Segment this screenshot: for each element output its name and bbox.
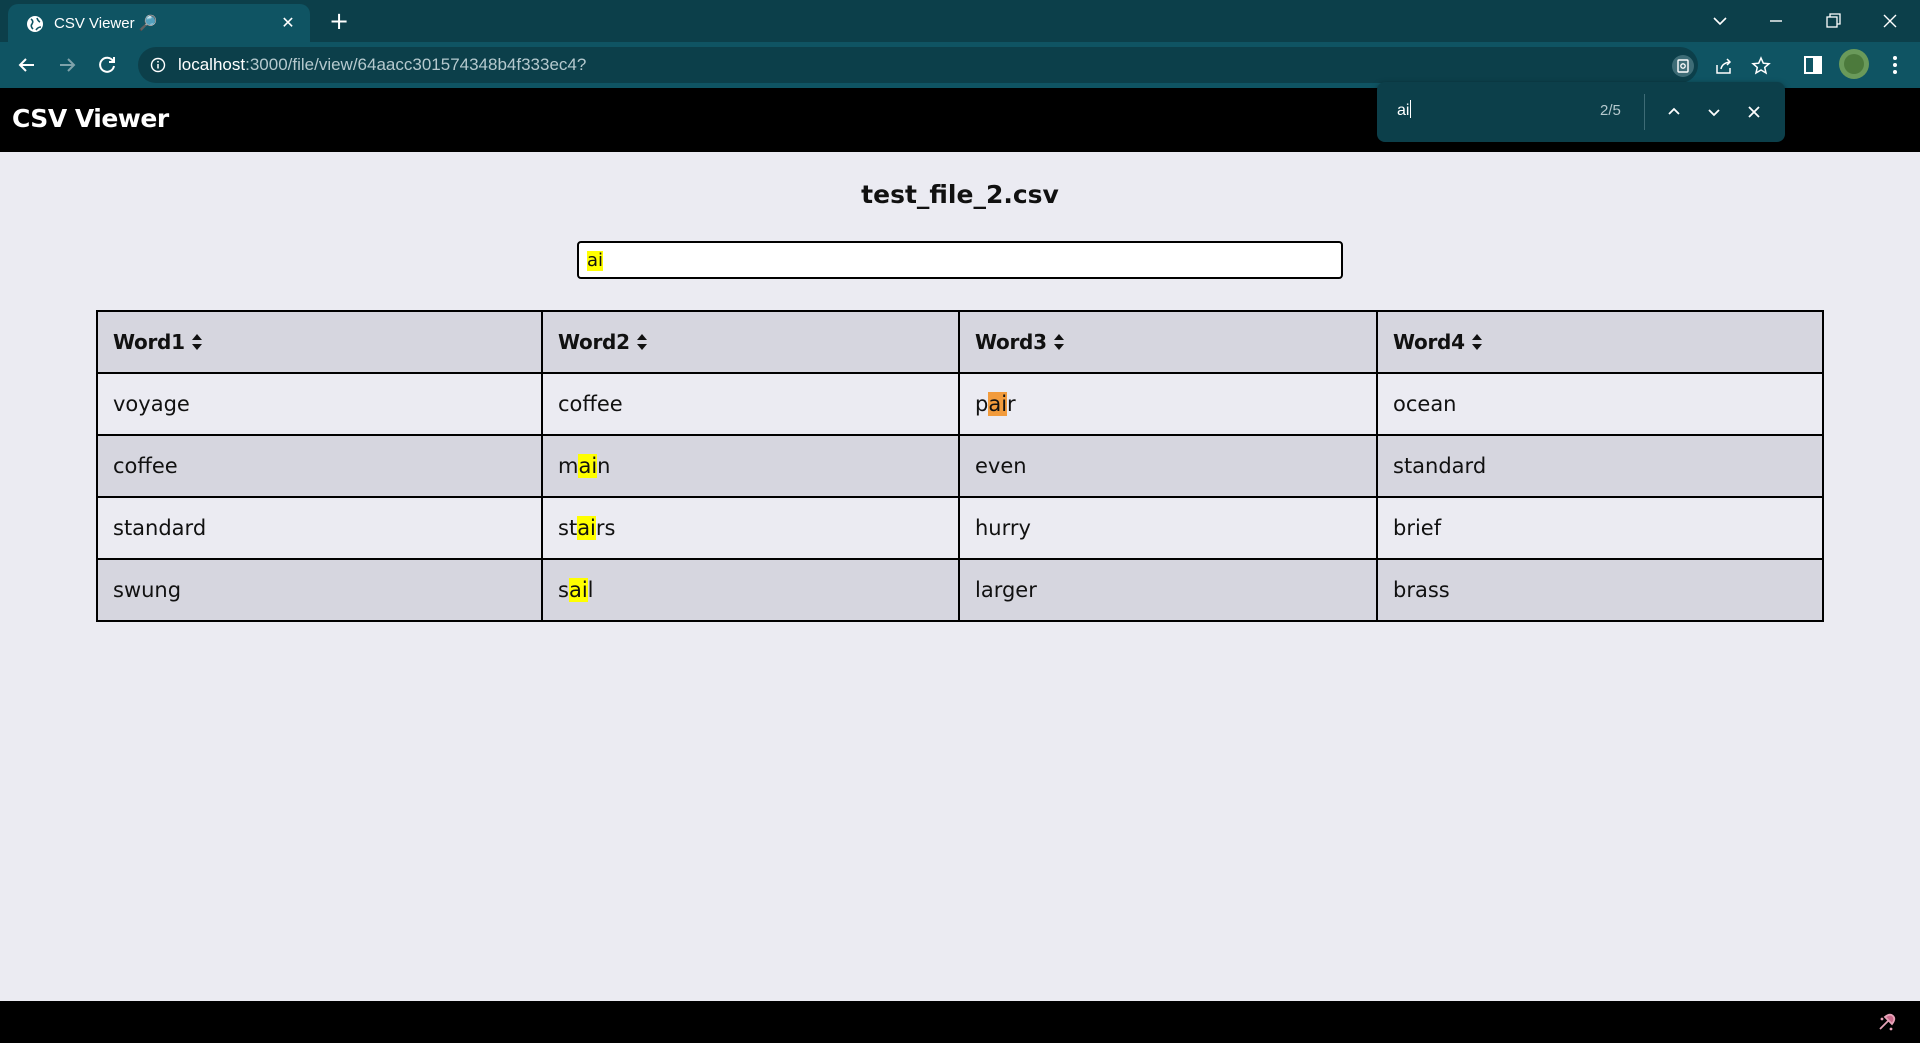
find-bar: ai 2/5	[1377, 82, 1785, 142]
chevron-down-icon[interactable]	[1705, 6, 1735, 36]
restore-icon[interactable]	[1818, 6, 1848, 36]
sort-icon[interactable]	[636, 333, 648, 351]
reload-icon[interactable]	[92, 50, 122, 80]
table-cell: coffee	[96, 434, 543, 498]
column-header-label: Word4	[1393, 330, 1465, 354]
table-row: coffee main even standard	[96, 434, 1824, 498]
table-cell: larger	[958, 558, 1378, 622]
more-vertical-icon[interactable]	[1883, 53, 1907, 77]
search-match-highlight: ai	[577, 516, 596, 540]
table-cell: even	[958, 434, 1378, 498]
share-icon[interactable]	[1713, 55, 1735, 77]
url-path: :3000/file/view/64aacc301574348b4f333ec4…	[245, 55, 587, 74]
url-text[interactable]: localhost:3000/file/view/64aacc301574348…	[178, 55, 586, 75]
profile-avatar[interactable]	[1839, 49, 1869, 79]
search-input[interactable]: ai	[577, 241, 1343, 279]
minimize-icon[interactable]	[1761, 6, 1791, 36]
close-icon[interactable]	[1742, 100, 1766, 124]
close-icon[interactable]: ✕	[278, 13, 298, 33]
browser-tabstrip: CSV Viewer 🔎 ✕ +	[0, 0, 1920, 42]
table-row: swung sail larger brass	[96, 558, 1824, 622]
table-cell: brief	[1376, 496, 1824, 560]
browser-tab[interactable]: CSV Viewer 🔎 ✕	[8, 4, 310, 42]
sort-icon[interactable]	[191, 333, 203, 351]
column-header-word1[interactable]: Word1	[96, 310, 543, 374]
table-cell: pair	[958, 372, 1378, 436]
sort-icon[interactable]	[1471, 333, 1483, 351]
table-cell: voyage	[96, 372, 543, 436]
table-cell: swung	[96, 558, 543, 622]
csv-table: Word1 Word2 Word3 Word4 voyage coffee pa…	[96, 310, 1824, 622]
star-icon[interactable]	[1750, 55, 1772, 77]
column-header-word2[interactable]: Word2	[541, 310, 960, 374]
search-match-highlight: ai	[988, 392, 1008, 416]
search-input-value: ai	[587, 250, 604, 271]
forward-arrow-icon[interactable]	[52, 50, 82, 80]
close-icon[interactable]	[1875, 6, 1905, 36]
table-cell: ocean	[1376, 372, 1824, 436]
tab-title: CSV Viewer 🔎	[54, 15, 158, 32]
sort-icon[interactable]	[1053, 333, 1065, 351]
table-cell: coffee	[541, 372, 960, 436]
globe-icon	[27, 16, 43, 32]
table-cell: brass	[1376, 558, 1824, 622]
back-arrow-icon[interactable]	[12, 50, 42, 80]
column-header-word3[interactable]: Word3	[958, 310, 1378, 374]
find-in-page-icon[interactable]	[1672, 55, 1694, 77]
table-row: voyage coffee pair ocean	[96, 372, 1824, 436]
table-cell: hurry	[958, 496, 1378, 560]
chevron-up-icon[interactable]	[1662, 100, 1686, 124]
side-panel-icon[interactable]	[1801, 53, 1825, 77]
column-header-label: Word1	[113, 330, 185, 354]
column-header-word4[interactable]: Word4	[1376, 310, 1824, 374]
table-header-row: Word1 Word2 Word3 Word4	[96, 310, 1824, 374]
table-cell: sail	[541, 558, 960, 622]
table-cell: standard	[96, 496, 543, 560]
table-cell: stairs	[541, 496, 960, 560]
search-match-highlight: ai	[578, 454, 598, 478]
table-cell: main	[541, 434, 960, 498]
search-match-highlight: ai	[568, 578, 588, 602]
address-bar[interactable]: localhost:3000/file/view/64aacc301574348…	[138, 47, 1771, 83]
find-input[interactable]: ai	[1397, 100, 1411, 120]
table-row: standard stairs hurry brief	[96, 496, 1824, 560]
bottom-bar	[0, 1001, 1920, 1043]
column-header-label: Word3	[975, 330, 1047, 354]
page-content: CSV Viewer test_file_2.csv ai Word1 Word…	[0, 88, 1920, 1001]
app-brand[interactable]: CSV Viewer	[12, 104, 169, 133]
extension-icon[interactable]	[1876, 1011, 1898, 1033]
chevron-down-icon[interactable]	[1702, 100, 1726, 124]
column-header-label: Word2	[558, 330, 630, 354]
table-cell: standard	[1376, 434, 1824, 498]
find-match-count: 2/5	[1600, 102, 1621, 119]
find-divider	[1644, 94, 1645, 130]
url-host: localhost	[178, 55, 246, 74]
info-icon[interactable]	[150, 57, 166, 73]
plus-icon[interactable]: +	[326, 8, 352, 34]
file-title: test_file_2.csv	[861, 180, 1059, 209]
